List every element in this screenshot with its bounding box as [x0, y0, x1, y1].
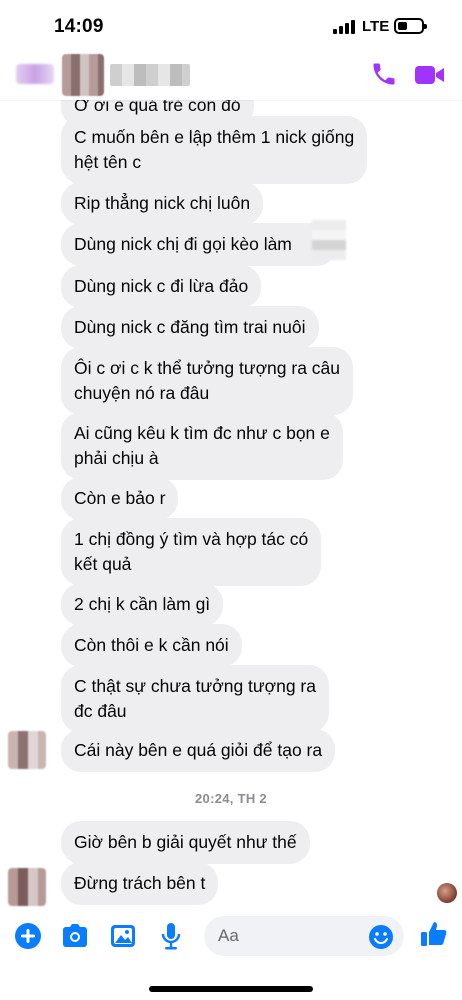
- message-text: Ôi c ơi c k thể tưởng tượng ra câu chuyệ…: [74, 358, 341, 403]
- message-text: Rip thẳng nick chị luôn: [74, 193, 251, 213]
- plus-icon[interactable]: [12, 920, 44, 952]
- message-bubble[interactable]: Rip thẳng nick chị luôn: [61, 182, 264, 225]
- emoji-icon[interactable]: [368, 924, 394, 950]
- chat-header: [0, 52, 462, 100]
- message-bubble[interactable]: Dùng nick c đăng tìm trai nuôi: [61, 306, 319, 349]
- message-input-field[interactable]: [204, 916, 404, 956]
- message-bubble[interactable]: C muốn bên e lập thêm 1 nick giống hệt t…: [61, 116, 368, 184]
- signal-icon: [333, 20, 357, 34]
- message-text: Dùng nick chị đi gọi kèo làm: [74, 234, 292, 254]
- message-text: Cái này bên e quá giỏi để tạo ra: [74, 740, 323, 760]
- message-text: C thật sự chưa tưởng tượng ra đc đâu: [74, 676, 316, 721]
- message-bubble[interactable]: Ôi c ơi c k thể tưởng tượng ra câu chuyệ…: [61, 347, 354, 415]
- message-bubble[interactable]: Cái này bên e quá giỏi để tạo ra: [61, 729, 336, 772]
- status-time: 14:09: [54, 16, 104, 37]
- sender-avatar[interactable]: [8, 868, 46, 906]
- message-text: Ai cũng kêu k tìm đc như c bọn e phải ch…: [74, 423, 330, 468]
- microphone-icon[interactable]: [155, 920, 187, 952]
- message-bubble[interactable]: 2 chị k cần làm gì: [61, 583, 224, 626]
- message-bubble[interactable]: Giờ bên b giải quyết như thế: [61, 821, 310, 864]
- message-text: Giờ bên b giải quyết như thế: [74, 832, 297, 852]
- sender-avatar[interactable]: [8, 731, 46, 769]
- seen-receipt-avatar: [437, 883, 457, 903]
- message-text: Đừng trách bên t: [74, 873, 206, 893]
- contact-avatar[interactable]: [62, 54, 104, 96]
- battery-icon: [394, 18, 427, 34]
- video-icon[interactable]: [414, 62, 446, 88]
- message-composer: [0, 912, 462, 962]
- message-bubble[interactable]: Dùng nick c đi lừa đảo: [61, 265, 262, 308]
- message-bubble[interactable]: 1 chị đồng ý tìm và hợp tác có kết quả: [61, 518, 322, 586]
- camera-icon[interactable]: [59, 920, 91, 952]
- message-bubble[interactable]: Còn e bảo r: [61, 477, 179, 520]
- message-bubble[interactable]: C thật sự chưa tưởng tượng ra đc đâu: [61, 665, 329, 733]
- message-bubble[interactable]: Còn thôi e k cần nói: [61, 624, 242, 667]
- contact-name[interactable]: [110, 64, 190, 86]
- status-bar: 14:09 LTE: [0, 0, 462, 52]
- message-input[interactable]: [218, 916, 368, 956]
- message-bubble[interactable]: Ai cũng kêu k tìm đc như c bọn e phải ch…: [61, 412, 343, 480]
- message-text: C muốn bên e lập thêm 1 nick giống hệt t…: [74, 127, 355, 172]
- message-text: 2 chị k cần làm gì: [74, 594, 211, 614]
- message-timestamp: 20:24, TH 2: [195, 791, 267, 806]
- redacted-blur: [312, 220, 346, 260]
- message-text: Còn thôi e k cần nói: [74, 635, 229, 655]
- phone-icon[interactable]: [370, 60, 398, 88]
- message-text: Dùng nick c đi lừa đảo: [74, 276, 249, 296]
- message-bubble[interactable]: Đừng trách bên t: [61, 862, 219, 905]
- message-thread[interactable]: Ơ ơi e quá trẻ con đó C muốn bên e lập t…: [0, 78, 462, 908]
- message-text: Còn e bảo r: [74, 488, 166, 508]
- home-indicator: [149, 986, 313, 992]
- image-icon[interactable]: [107, 920, 139, 952]
- message-text: Dùng nick c đăng tìm trai nuôi: [74, 317, 306, 337]
- network-label: LTE: [362, 18, 390, 35]
- like-icon[interactable]: [418, 918, 450, 950]
- message-bubble[interactable]: Dùng nick chị đi gọi kèo làm: [61, 223, 337, 266]
- message-text: 1 chị đồng ý tìm và hợp tác có kết quả: [74, 529, 309, 574]
- back-button[interactable]: [16, 64, 54, 84]
